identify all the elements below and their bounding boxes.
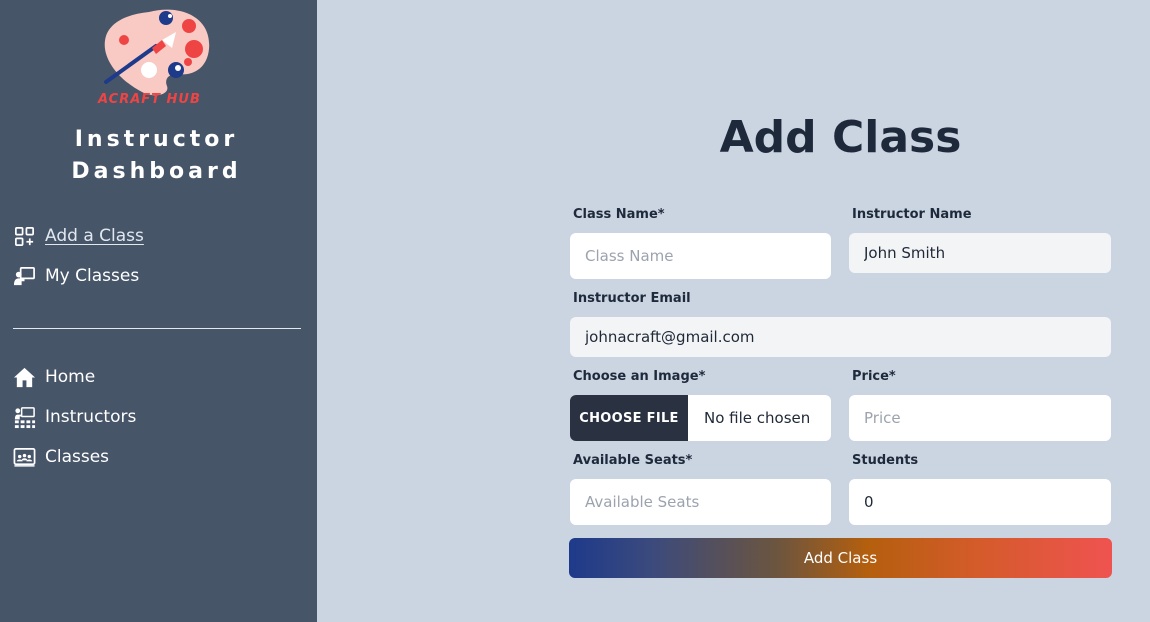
choose-file-button[interactable]: CHOOSE FILE [570, 395, 688, 441]
sidebar-item-label: My Classes [45, 266, 140, 286]
sidebar-item-instructors[interactable]: Instructors [13, 404, 136, 430]
teacher-board-icon [13, 266, 35, 285]
page-title: Add Class [719, 112, 962, 163]
craft-hub-logo[interactable]: ACRAFT HUB [94, 4, 220, 112]
students-input[interactable] [849, 479, 1111, 525]
dashboard-title-line2: Dashboard [71, 159, 242, 184]
sidebar-item-label: Add a Class [45, 226, 144, 246]
class-name-label: Class Name* [573, 207, 665, 222]
price-input[interactable] [849, 395, 1111, 441]
home-icon [13, 367, 36, 387]
instructor-email-label: Instructor Email [573, 291, 691, 306]
add-class-button[interactable]: Add Class [569, 538, 1112, 578]
sidebar-divider [13, 328, 301, 329]
sidebar-item-add-class[interactable]: Add a Class [13, 223, 144, 249]
add-grid-icon [15, 226, 34, 246]
instructor-name-field[interactable] [849, 233, 1111, 273]
sidebar-item-my-classes[interactable]: My Classes [13, 263, 139, 289]
class-name-input[interactable] [570, 233, 831, 279]
available-seats-input[interactable] [570, 479, 831, 525]
sidebar: ACRAFT HUB Instructor Dashboard Add a Cl… [0, 0, 317, 622]
class-board-icon [13, 447, 36, 467]
file-status-text: No file chosen [704, 409, 811, 427]
dashboard-title-line1: Instructor [74, 127, 239, 152]
sidebar-item-label: Instructors [45, 407, 137, 427]
sidebar-item-home[interactable]: Home [13, 364, 95, 390]
classroom-icon [14, 406, 36, 428]
sidebar-item-label: Classes [45, 447, 110, 467]
students-label: Students [852, 453, 919, 468]
sidebar-item-classes[interactable]: Classes [13, 444, 109, 470]
logo-text: ACRAFT HUB [98, 92, 201, 107]
instructor-name-label: Instructor Name [852, 207, 972, 222]
dashboard-title: Instructor Dashboard [0, 124, 313, 188]
available-seats-label: Available Seats* [573, 453, 693, 468]
price-label: Price* [852, 369, 896, 384]
instructor-email-field[interactable] [570, 317, 1111, 357]
choose-image-label: Choose an Image* [573, 369, 706, 384]
image-file-input[interactable]: CHOOSE FILE No file chosen [570, 395, 831, 441]
sidebar-item-label: Home [45, 367, 96, 387]
